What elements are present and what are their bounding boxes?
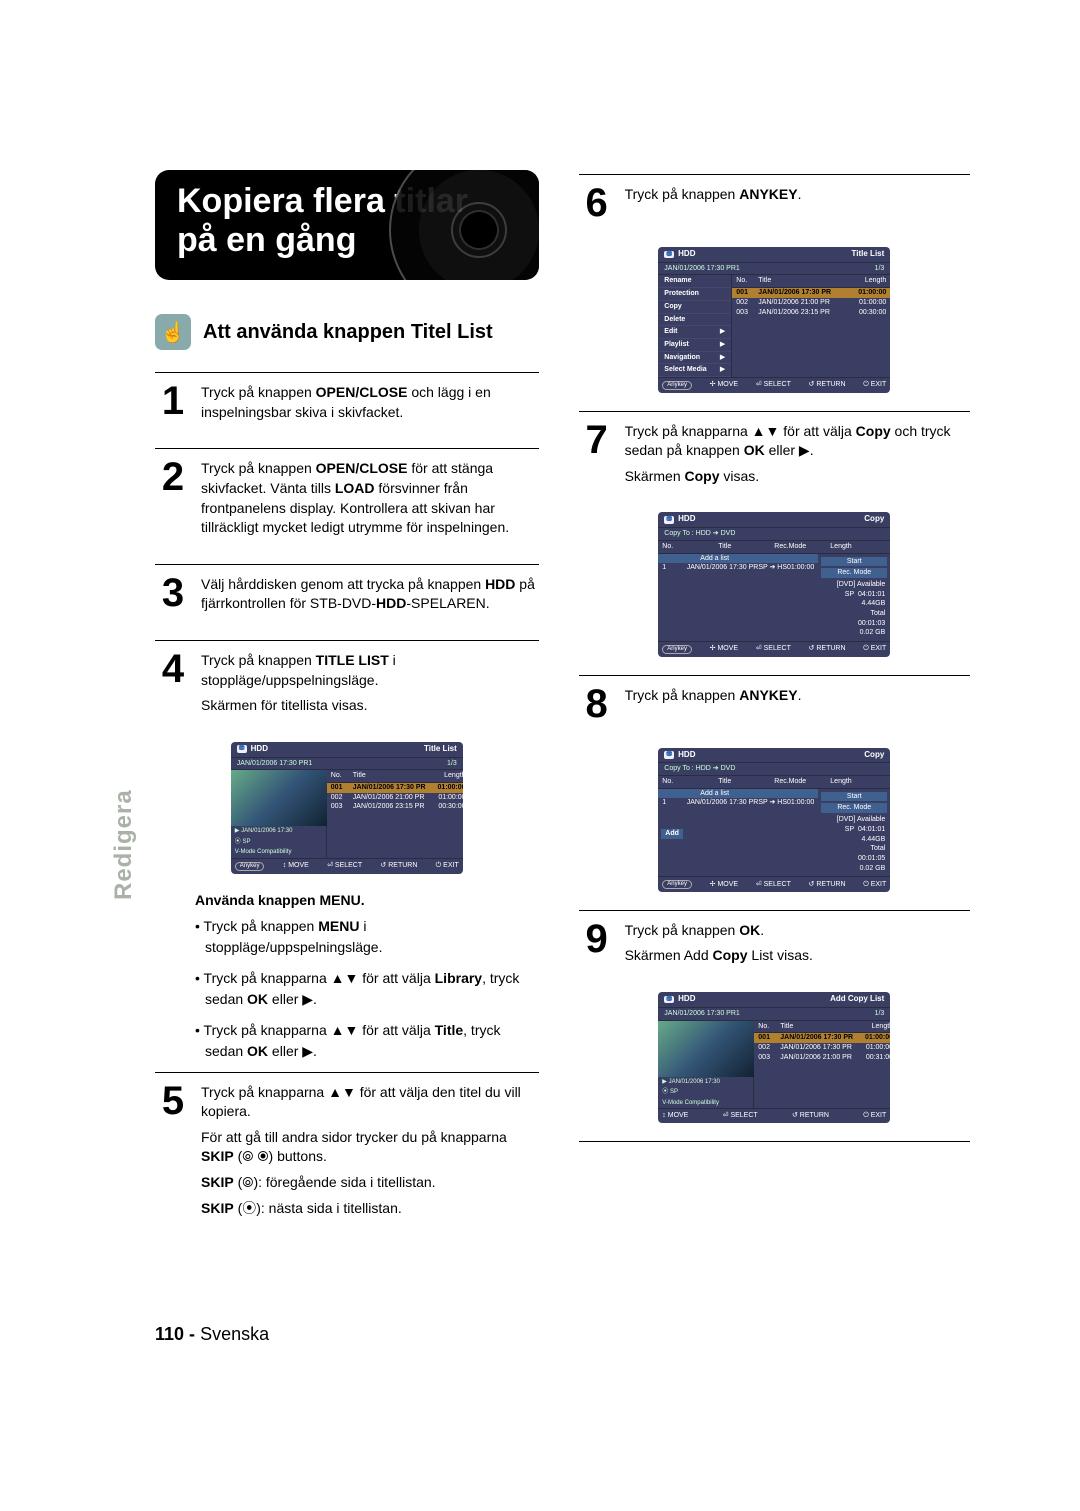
step-7: 7 Tryck på knapparna ▲▼ för att välja Co… bbox=[579, 422, 970, 487]
step-4: 4 Tryck på knappen TITLE LIST i stoppläg… bbox=[155, 651, 539, 716]
side-tab: Redigera bbox=[110, 789, 138, 900]
exit-icon bbox=[436, 862, 442, 869]
select-icon bbox=[327, 862, 333, 869]
step-9: 9 Tryck på knappen OK. Skärmen Add Copy … bbox=[579, 921, 970, 966]
add-button: Add bbox=[661, 829, 683, 839]
chevron-right-icon bbox=[720, 328, 725, 336]
return-icon bbox=[380, 862, 386, 869]
step-text: Tryck på knappen OPEN/CLOSE och lägg i e… bbox=[201, 383, 539, 422]
osd-copy: ⛃HDD Copy Copy To : HDD ➔ DVD No. Title … bbox=[658, 512, 890, 656]
osd-title-list: ⛃HDD Title List JAN/01/2006 17:30 PR11/3… bbox=[231, 742, 463, 874]
step-5: 5 Tryck på knapparna ▲▼ för att välja de… bbox=[155, 1083, 539, 1219]
thumbnail bbox=[231, 770, 327, 826]
step-2: 2 Tryck på knappen OPEN/CLOSE för att st… bbox=[155, 459, 539, 537]
step-1: 1 Tryck på knappen OPEN/CLOSE och lägg i… bbox=[155, 383, 539, 422]
divider bbox=[155, 372, 539, 373]
move-icon bbox=[283, 862, 287, 869]
osd-anykey-menu: ⛃HDD Title List JAN/01/2006 17:30 PR11/3… bbox=[658, 247, 890, 393]
step-3: 3 Välj hårddisken genom att trycka på kn… bbox=[155, 575, 539, 614]
subsection-heading: Att använda knappen Titel List bbox=[203, 321, 493, 344]
osd-copy-add: ⛃HDD Copy Copy To : HDD ➔ DVD No. Title … bbox=[658, 748, 890, 892]
disc-illustration bbox=[389, 170, 539, 280]
step-8: 8 Tryck på knappen ANYKEY. bbox=[579, 686, 970, 722]
page-footer: 110 - Svenska bbox=[155, 1324, 970, 1345]
section-title-box: Kopiera flera titlar på en gång bbox=[155, 170, 539, 280]
menu-subheading: Använda knappen MENU. bbox=[195, 892, 539, 908]
menu-bullets: Tryck på knappen MENU i stoppläge/uppspe… bbox=[195, 916, 539, 1062]
hand-icon: ☝ bbox=[155, 314, 191, 350]
hdd-icon: ⛃ bbox=[237, 745, 247, 753]
step-6: 6 Tryck på knappen ANYKEY. bbox=[579, 185, 970, 221]
step-number: 1 bbox=[155, 383, 191, 419]
subsection-row: ☝ Att använda knappen Titel List bbox=[155, 314, 539, 350]
osd-add-copy-list: ⛃HDD Add Copy List JAN/01/2006 17:30 PR1… bbox=[658, 992, 890, 1123]
